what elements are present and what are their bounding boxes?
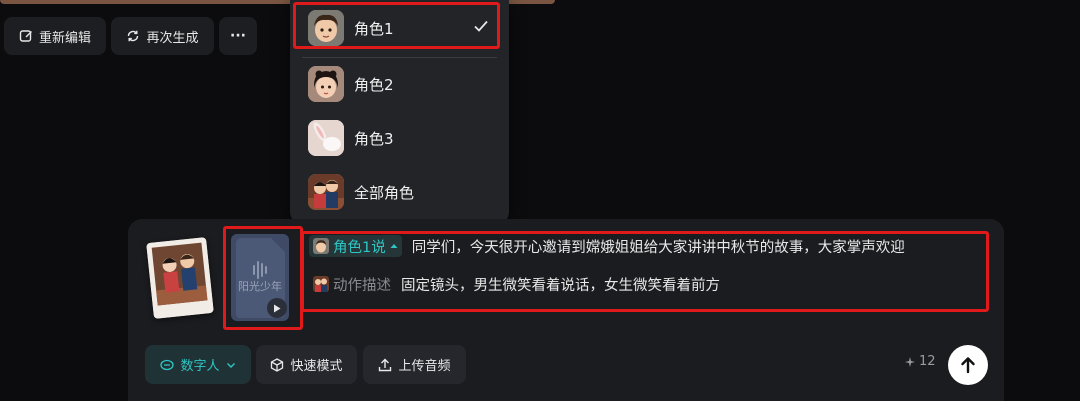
upload-audio-label: 上传音频	[398, 359, 451, 374]
selected-role-highlight	[293, 2, 500, 49]
role-option-all-label: 全部角色	[354, 183, 415, 202]
sparkle-icon	[905, 356, 915, 367]
credit-counter: 12	[905, 354, 936, 369]
chevron-down-icon	[226, 362, 235, 368]
fast-mode-button[interactable]: 快速模式	[256, 345, 357, 384]
cube-icon	[271, 357, 284, 372]
edit-icon	[19, 30, 32, 42]
audio-card-highlight	[223, 226, 303, 330]
credit-count: 12	[919, 354, 936, 369]
role-option-3-label: 角色3	[354, 129, 394, 148]
role-option-2-label: 角色2	[354, 75, 394, 94]
role-option-all[interactable]: 全部角色	[290, 166, 509, 218]
role-option-3[interactable]: 角色3	[290, 112, 509, 164]
group-avatar-icon	[308, 174, 344, 210]
script-highlight	[301, 231, 989, 312]
upload-audio-button[interactable]: 上传音频	[363, 345, 466, 384]
fast-mode-label: 快速模式	[290, 359, 343, 374]
re-edit-label: 重新编辑	[38, 30, 91, 46]
upload-icon	[379, 358, 392, 371]
role-option-2[interactable]: 角色2	[290, 58, 509, 110]
regenerate-label: 再次生成	[146, 30, 199, 46]
arrow-up-icon	[961, 357, 975, 374]
more-button[interactable]: ···	[219, 17, 257, 55]
digital-human-label: 数字人	[180, 359, 220, 374]
more-icon: ···	[230, 28, 246, 44]
digital-human-icon	[160, 359, 175, 370]
rabbit-avatar-icon	[308, 120, 344, 156]
regenerate-button[interactable]: 再次生成	[111, 17, 214, 55]
re-edit-button[interactable]: 重新编辑	[4, 17, 106, 55]
digital-human-button[interactable]: 数字人	[145, 345, 251, 384]
reference-image-thumbnail[interactable]	[146, 237, 214, 319]
refresh-icon	[128, 30, 139, 42]
woman-avatar-icon	[308, 66, 344, 102]
send-button[interactable]	[948, 345, 988, 385]
